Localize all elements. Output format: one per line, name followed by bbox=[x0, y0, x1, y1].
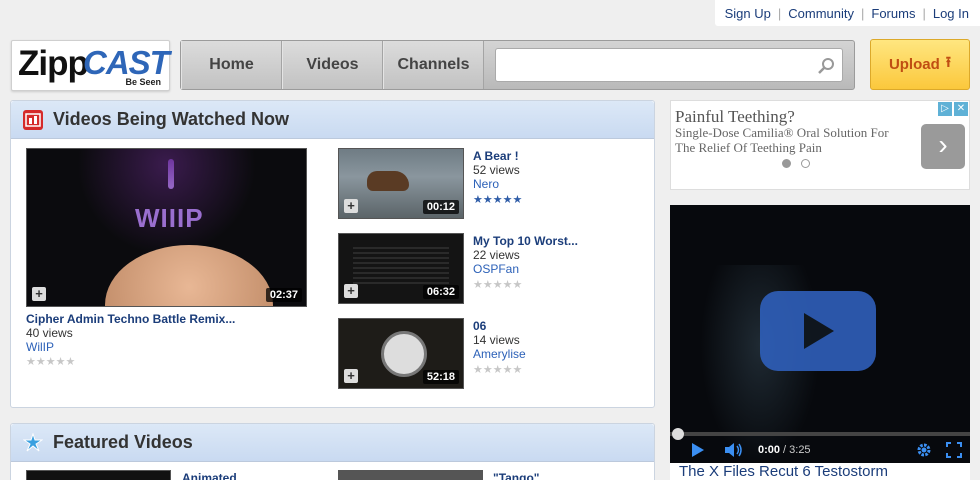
video-duration: 06:32 bbox=[422, 285, 459, 299]
nav-videos[interactable]: Videos bbox=[282, 41, 383, 89]
separator: | bbox=[922, 5, 926, 21]
side-video-title-3[interactable]: 06 bbox=[473, 319, 486, 333]
upload-button[interactable]: Upload ⭱ bbox=[870, 39, 970, 90]
featured-title-1[interactable]: Animated bbox=[182, 471, 237, 480]
search-box bbox=[495, 48, 843, 82]
community-link[interactable]: Community bbox=[788, 6, 854, 21]
side-video-views-1: 52 views bbox=[473, 163, 520, 177]
add-to-playlist-icon[interactable]: + bbox=[32, 287, 46, 301]
side-video-thumb-3[interactable]: + 52:18 bbox=[338, 318, 464, 389]
signup-link[interactable]: Sign Up bbox=[725, 6, 771, 21]
nav-channels[interactable]: Channels bbox=[383, 41, 484, 89]
side-video-user-3[interactable]: Amerylise bbox=[473, 347, 526, 361]
featured-header: Featured Videos bbox=[11, 424, 654, 462]
settings-gear-icon[interactable] bbox=[916, 442, 932, 458]
nav-home[interactable]: Home bbox=[181, 41, 282, 89]
ad-choices[interactable]: ▷ ✕ bbox=[938, 102, 968, 116]
separator: | bbox=[777, 5, 782, 21]
logo-tagline: Be Seen bbox=[125, 77, 161, 87]
side-video-rating-2: ★★★★★ bbox=[473, 279, 523, 291]
search-icon[interactable] bbox=[818, 57, 836, 75]
site-logo[interactable]: Zipp CAST Be Seen bbox=[11, 40, 170, 91]
ad-banner[interactable]: Painful Teething? Single-Dose Camilia® O… bbox=[670, 100, 970, 190]
total-time: / 3:25 bbox=[783, 443, 811, 456]
top-links: Sign Up | Community | Forums | Log In bbox=[714, 0, 980, 26]
add-to-playlist-icon[interactable]: + bbox=[344, 284, 358, 298]
side-video-thumb-1[interactable]: + 00:12 bbox=[338, 148, 464, 219]
featured-thumb-1[interactable] bbox=[26, 470, 171, 480]
featured-star-icon bbox=[22, 431, 44, 453]
side-video-rating-1: ★★★★★ bbox=[473, 194, 523, 206]
add-to-playlist-icon[interactable]: + bbox=[344, 369, 358, 383]
video-player[interactable]: 0:00 / 3:25 bbox=[670, 205, 970, 463]
ad-dot[interactable] bbox=[782, 159, 791, 168]
clock-shape bbox=[381, 331, 427, 377]
watching-panel: Videos Being Watched Now WIIIP + 02:37 C… bbox=[10, 100, 655, 408]
main-video-thumb[interactable]: WIIIP + 02:37 bbox=[26, 148, 307, 307]
watching-header: Videos Being Watched Now bbox=[11, 101, 654, 139]
watching-icon bbox=[23, 109, 43, 130]
video-duration: 02:37 bbox=[265, 288, 302, 302]
featured-title: Featured Videos bbox=[53, 432, 193, 452]
thumb-text-lines bbox=[353, 244, 449, 284]
side-video-user-2[interactable]: OSPFan bbox=[473, 262, 519, 276]
side-video-title-2[interactable]: My Top 10 Worst... bbox=[473, 234, 578, 248]
thumb-text: WIIIP bbox=[135, 203, 204, 233]
thumb-light bbox=[168, 159, 174, 189]
featured-panel: Featured Videos Animated "Tango" bbox=[10, 423, 655, 480]
adchoices-icon[interactable]: ▷ bbox=[938, 102, 952, 116]
thumb-head bbox=[105, 245, 273, 306]
ad-dot[interactable] bbox=[801, 159, 810, 168]
player-video-title[interactable]: The X Files Recut 6 Testostorm bbox=[670, 463, 970, 480]
main-video-views: 40 views bbox=[26, 326, 73, 340]
fullscreen-icon[interactable] bbox=[946, 441, 962, 458]
video-duration: 52:18 bbox=[422, 370, 459, 384]
current-time: 0:00 bbox=[758, 443, 781, 456]
forums-link[interactable]: Forums bbox=[871, 6, 915, 21]
upload-label: Upload bbox=[888, 56, 940, 73]
play-icon[interactable] bbox=[690, 442, 706, 458]
search-input[interactable] bbox=[496, 49, 806, 79]
bear-shape bbox=[367, 171, 409, 191]
main-video-title[interactable]: Cipher Admin Techno Battle Remix... bbox=[26, 312, 235, 326]
video-duration: 00:12 bbox=[422, 200, 459, 214]
ad-close-icon[interactable]: ✕ bbox=[954, 102, 968, 116]
separator: | bbox=[861, 5, 865, 21]
side-video-user-1[interactable]: Nero bbox=[473, 177, 499, 191]
player-controls: 0:00 / 3:25 bbox=[670, 436, 970, 463]
side-video-thumb-2[interactable]: + 06:32 bbox=[338, 233, 464, 304]
main-video-user[interactable]: WilIP bbox=[26, 340, 54, 354]
logo-zipp: Zipp bbox=[18, 44, 89, 83]
login-link[interactable]: Log In bbox=[933, 6, 969, 21]
featured-title-2[interactable]: "Tango" bbox=[493, 471, 539, 480]
side-video-title-1[interactable]: A Bear ! bbox=[473, 149, 519, 163]
main-nav: Home Videos Channels bbox=[180, 40, 855, 90]
play-overlay-icon[interactable] bbox=[760, 291, 876, 371]
watching-title: Videos Being Watched Now bbox=[53, 109, 290, 129]
featured-thumb-2[interactable] bbox=[338, 470, 483, 480]
upload-icon: ⭱ bbox=[945, 54, 952, 71]
ad-dots bbox=[782, 159, 810, 168]
ad-headline: Painful Teething? bbox=[675, 107, 795, 126]
side-video-rating-3: ★★★★★ bbox=[473, 364, 523, 376]
side-video-views-2: 22 views bbox=[473, 248, 520, 262]
volume-icon[interactable] bbox=[724, 442, 744, 458]
side-video-views-3: 14 views bbox=[473, 333, 520, 347]
main-video-rating: ★★★★★ bbox=[26, 356, 76, 368]
add-to-playlist-icon[interactable]: + bbox=[344, 199, 358, 213]
ad-next-arrow-icon[interactable]: › bbox=[921, 124, 965, 169]
ad-body: Single-Dose Camilia® Oral Solution For T… bbox=[675, 125, 889, 155]
